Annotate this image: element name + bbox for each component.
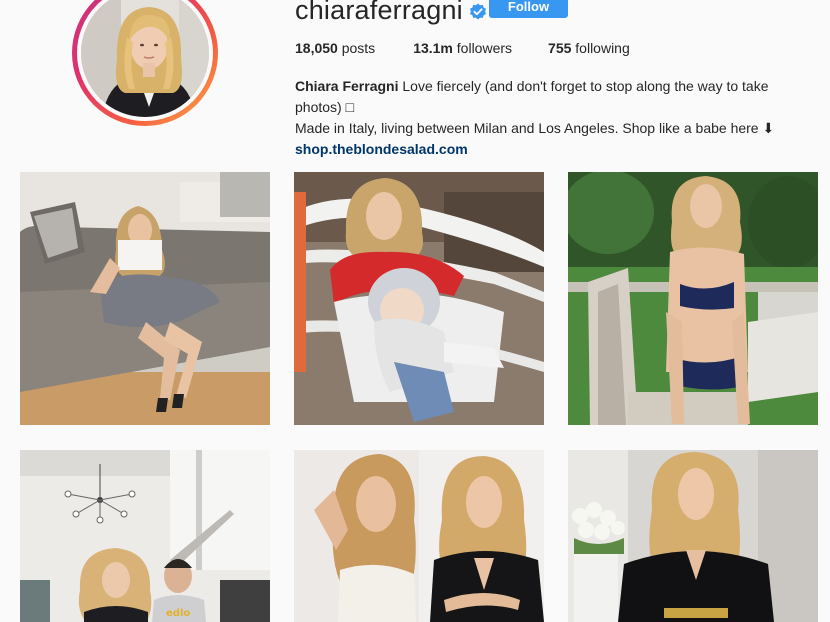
profile-bio: Chiara Ferragni Love fiercely (and don't…: [295, 76, 815, 160]
post-garden-bikini-photo[interactable]: [568, 172, 818, 425]
instagram-profile-page: chiaraferragni Follow 18,050 posts 13.1m…: [0, 0, 830, 622]
emoji-glyph-icon: □: [345, 99, 355, 115]
posts-count-number: 18,050: [295, 40, 338, 56]
posts-count-label: posts: [341, 40, 376, 56]
post-black-blazer-photo[interactable]: [568, 450, 818, 622]
followers-count[interactable]: 13.1m followers: [413, 40, 512, 56]
verified-badge-icon: [469, 3, 487, 21]
story-ring[interactable]: [72, 0, 218, 126]
following-count-label: following: [575, 40, 630, 56]
following-count-number: 755: [548, 40, 572, 56]
bio-line-1: Chiara Ferragni Love fiercely (and don't…: [295, 76, 815, 118]
followers-count-label: followers: [456, 40, 513, 56]
profile-stats: 18,050 posts 13.1m followers 755 followi…: [295, 40, 666, 56]
bio-website-link[interactable]: shop.theblondesalad.com: [295, 139, 468, 160]
post-two-portraits-photo[interactable]: [294, 450, 544, 622]
posts-count: 18,050 posts: [295, 40, 375, 56]
following-count[interactable]: 755 following: [548, 40, 630, 56]
followers-count-number: 13.1m: [413, 40, 453, 56]
post-sofa-photo[interactable]: [20, 172, 270, 425]
avatar[interactable]: [77, 0, 213, 121]
username: chiaraferragni: [295, 0, 463, 25]
svg-text:edlo: edlo: [166, 608, 190, 619]
bio-line-2: Made in Italy, living between Milan and …: [295, 120, 775, 136]
post-baby-photo[interactable]: [294, 172, 544, 425]
username-row: chiaraferragni: [295, 0, 487, 28]
follow-button[interactable]: Follow: [489, 0, 568, 18]
post-family-living-room-photo[interactable]: edlo: [20, 450, 270, 622]
full-name: Chiara Ferragni: [295, 78, 399, 94]
